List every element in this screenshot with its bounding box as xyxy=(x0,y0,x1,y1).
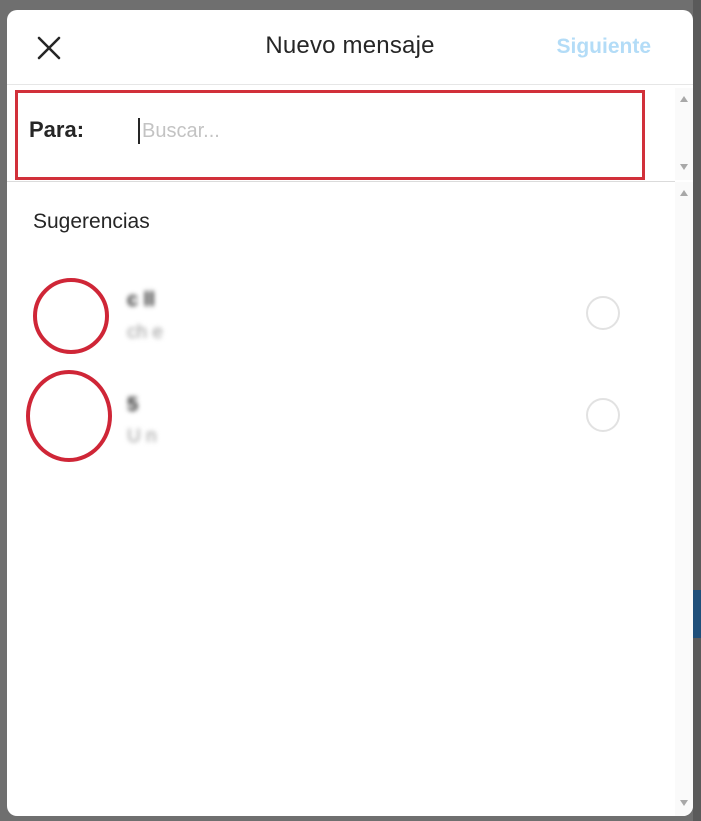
suggestion-username: c ll xyxy=(127,289,155,311)
select-radio[interactable] xyxy=(586,296,620,330)
recipient-scrollbar[interactable] xyxy=(675,88,693,180)
search-input[interactable] xyxy=(142,115,612,147)
scroll-down-icon[interactable] xyxy=(680,800,688,806)
new-message-dialog: Nuevo mensaje Siguiente Para: Sugerencia… xyxy=(7,10,693,816)
suggestion-fullname: ch e xyxy=(127,322,163,343)
recipient-row: Para: xyxy=(15,90,645,180)
suggestion-item[interactable]: 5 U n xyxy=(7,368,675,464)
suggestion-username: 5 xyxy=(127,394,139,416)
select-radio[interactable] xyxy=(586,398,620,432)
search-wrapper xyxy=(138,115,618,147)
recipient-label: Para: xyxy=(29,117,85,142)
suggestion-item[interactable]: c ll ch e xyxy=(7,272,675,368)
scroll-up-icon[interactable] xyxy=(680,190,688,196)
next-button[interactable]: Siguiente xyxy=(556,35,651,59)
avatar xyxy=(33,278,109,354)
avatar xyxy=(26,370,112,462)
dialog-header: Nuevo mensaje Siguiente xyxy=(7,10,693,85)
background-page xyxy=(693,0,701,821)
scroll-up-icon[interactable] xyxy=(680,96,688,102)
list-scrollbar[interactable] xyxy=(675,182,693,816)
suggestions-heading: Sugerencias xyxy=(33,210,150,233)
suggestion-fullname: U n xyxy=(127,426,157,447)
divider xyxy=(7,181,675,182)
text-caret xyxy=(138,118,140,144)
scroll-down-icon[interactable] xyxy=(680,164,688,170)
background-accent xyxy=(693,590,701,638)
